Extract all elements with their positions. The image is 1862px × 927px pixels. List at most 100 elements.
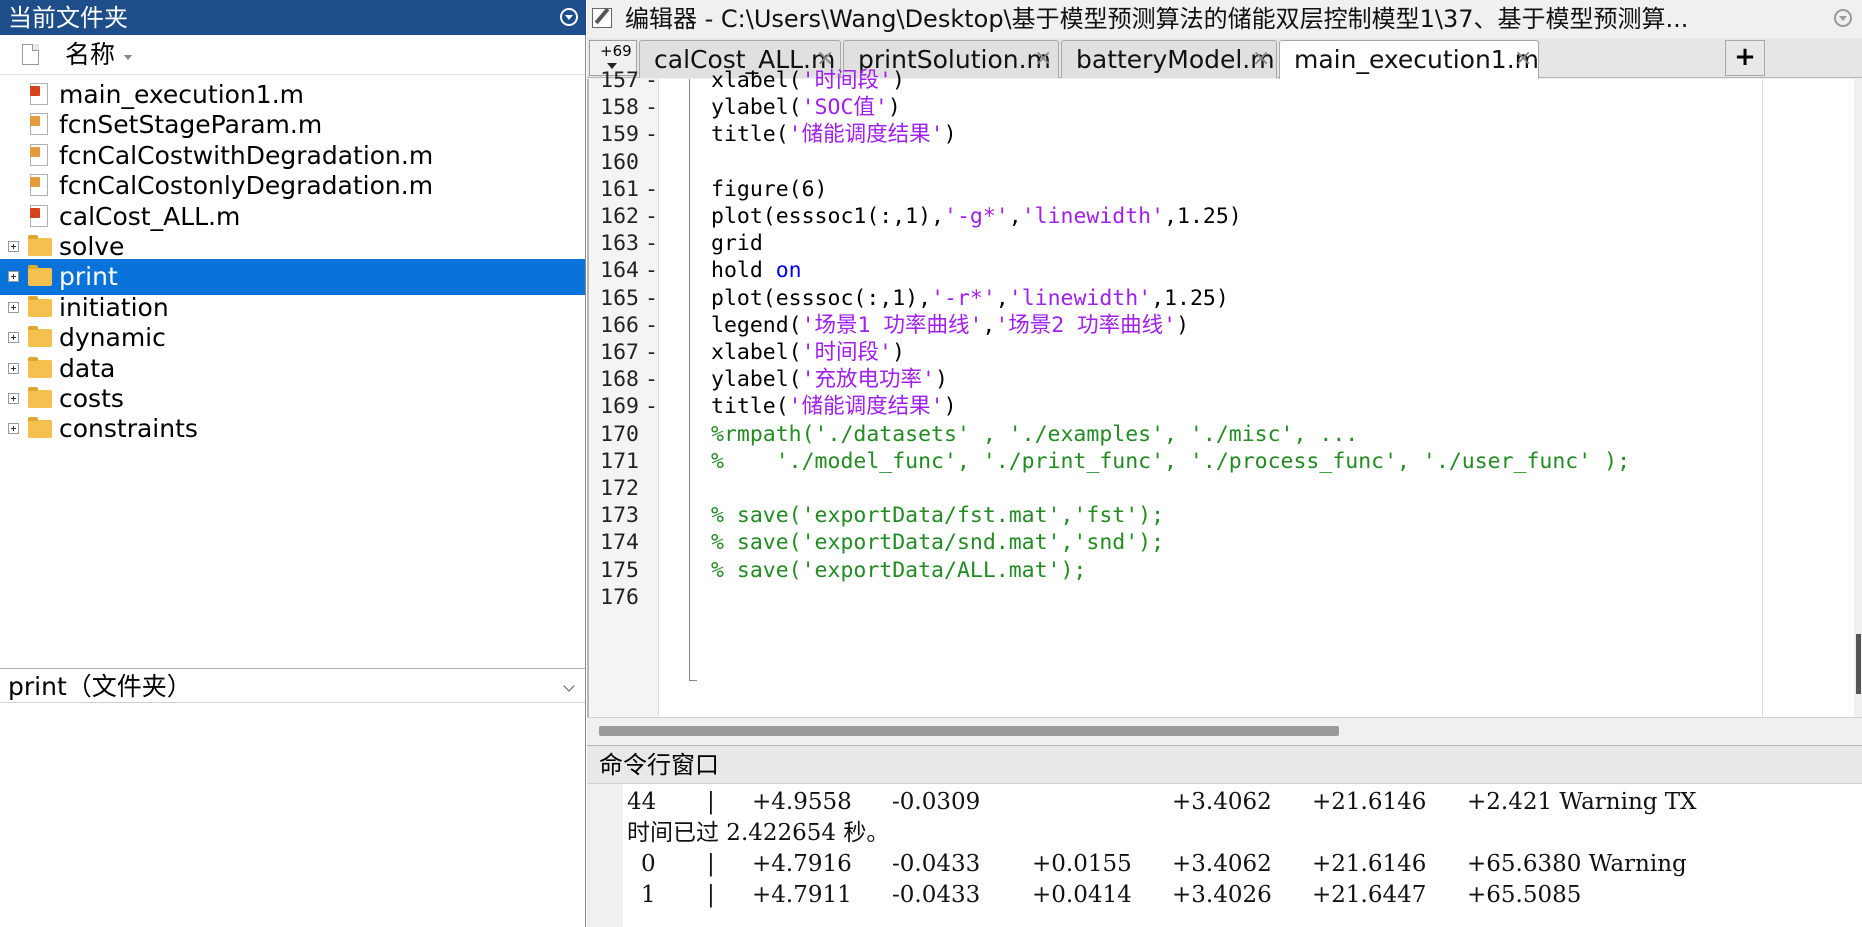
code-token: plot(esssoc1(:,1), [711,204,944,229]
code-string: '时间段' [801,340,892,365]
command-output-cell: | [707,851,715,877]
code-token: ) [892,68,905,93]
folder-name: costs [59,384,124,413]
code-token: ) [892,340,905,365]
code-string: '储能调度结果' [788,394,944,420]
command-output-cell: -0.0433 [892,882,981,908]
code-token: legend( [711,312,802,338]
command-output-text: 时间已过 2.422654 秒。 [627,820,890,846]
code-string: '-r*' [931,285,996,311]
panel-menu-icon[interactable] [560,8,578,26]
m-file-icon [30,113,48,136]
folder-details-label: print（文件夹） [8,672,192,701]
file-name: fcnCalCostwithDegradation.m [59,140,434,170]
expand-plus-icon[interactable] [8,423,19,435]
command-output-cell: +0.0414 [1032,882,1132,908]
command-window-title-bar: 命令行窗口 [587,746,1862,784]
code-comment: % save('exportData/snd.mat','snd'); [711,530,1165,556]
code-string: '充放电功率' [801,367,935,393]
tab-overflow-count: +69 [600,42,632,60]
command-window-panel: 命令行窗口 44 | +4.9558 -0.0309 +3.4062 +21.6146 +2… [587,745,1862,927]
command-output-cell: 0 [641,851,656,877]
code-editor[interactable]: 157- xlabel('时间段') 158- ylabel('SOC值') 159- t… [587,68,1862,717]
expand-plus-icon[interactable] [8,332,19,344]
code-string: '-g*' [944,204,1009,229]
folder-name: dynamic [59,323,166,353]
code-comment: % './model_func', './print_func', './pro… [711,448,1631,474]
command-output-cell: +21.6447 [1312,882,1427,908]
name-column-header[interactable]: 名称 [65,40,115,70]
code-string: '时间段' [801,68,892,93]
folder-details-bar[interactable]: print（文件夹） [0,668,585,703]
command-output-cell: +21.6146 [1312,851,1427,877]
expand-plus-icon[interactable] [8,271,19,283]
code-token: ) [943,394,957,420]
file-name: main_execution1.m [59,80,304,109]
expand-plus-icon[interactable] [8,362,19,374]
code-string: '场景1 功率曲线' [801,312,983,338]
command-output-cell: +0.0155 [1032,851,1132,877]
folder-icon [28,295,52,317]
code-token: ,1.25) [1151,285,1229,311]
command-window-gutter [587,784,623,927]
vertical-scrollbar[interactable] [1854,79,1862,717]
horizontal-scrollbar[interactable] [587,717,1862,745]
command-output-cell: +4.9558 [752,789,852,815]
folder-name: constraints [59,414,198,444]
command-output-cell: +4.7911 [752,882,852,908]
folder-icon [28,356,52,378]
command-output-cell: 1 [641,882,656,908]
code-string: 'linewidth' [1008,285,1152,311]
code-token: ylabel( [711,367,802,393]
code-token: ylabel( [711,95,802,121]
editor-title: 编辑器 - C:\Users\Wang\Desktop\基于模型预测算法的储能双… [625,5,1689,33]
code-token: xlabel( [711,340,802,365]
code-string: '储能调度结果' [788,122,944,148]
chevron-down-icon[interactable] [563,680,575,692]
expand-plus-icon[interactable] [8,393,19,404]
code-fold-end [689,680,697,681]
code-token: grid [711,231,763,257]
folder-name: solve [59,232,125,261]
sort-caret-icon[interactable] [124,55,132,60]
expand-plus-icon[interactable] [8,241,19,252]
command-output-cell: +21.6146 [1312,789,1427,815]
code-token: figure(6) [711,176,828,202]
folder-details-pane [0,703,585,927]
command-output-cell: | [707,789,715,815]
code-token: xlabel( [711,68,802,93]
folder-name: data [59,353,116,383]
command-output-cell: +3.4062 [1172,789,1272,815]
folder-icon [28,235,52,256]
code-token: , [995,285,1009,311]
code-token: plot(esssoc(:,1), [711,285,932,311]
folder-name: initiation [59,292,169,322]
editor-panel: 编辑器 - C:\Users\Wang\Desktop\基于模型预测算法的储能双… [587,0,1862,745]
expand-plus-icon[interactable] [8,301,19,313]
code-string: 'SOC值' [801,95,888,121]
command-output-cell: 44 [627,789,657,815]
m-file-icon [30,204,48,227]
horizontal-scroll-thumb[interactable] [599,726,1339,736]
folder-icon [28,326,52,348]
code-comment: % save('exportData/ALL.mat'); [711,557,1087,583]
file-name: calCost_ALL.m [59,201,241,231]
code-keyword: on [775,258,802,284]
folder-row[interactable]: constraints [0,411,585,447]
line-number: 176 [600,584,639,610]
current-folder-title-bar: 当前文件夹 [0,0,586,35]
file-type-column-icon[interactable] [22,44,39,65]
code-token: ) [935,367,948,393]
command-output-cell: +3.4026 [1172,882,1272,908]
code-token: ) [887,95,901,121]
code-comment: % save('exportData/fst.mat','fst'); [711,503,1165,529]
current-folder-panel: 当前文件夹 名称 main_execution1.m fcnSetStagePar… [0,0,586,927]
m-file-icon [30,83,48,105]
editor-menu-icon[interactable] [1834,9,1852,27]
file-list: main_execution1.m fcnSetStageParam.m fcnCa… [0,79,585,669]
code-string: 'linewidth' [1021,204,1165,229]
code-token: ) [943,122,957,148]
command-window[interactable]: 44 | +4.9558 -0.0309 +3.4062 +21.6146 +2.421 W… [587,784,1862,927]
command-output-cell: +65.5085 [1467,882,1582,908]
vertical-scroll-thumb[interactable] [1856,634,1861,694]
